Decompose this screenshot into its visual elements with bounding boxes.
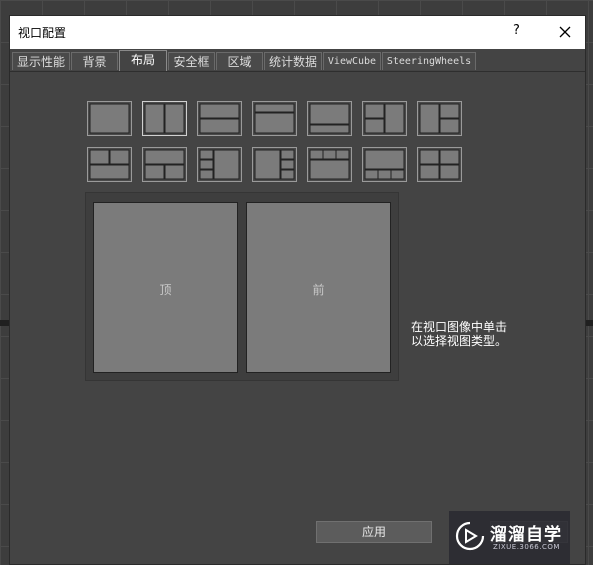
watermark: 溜溜自学 ZIXUE.3066.COM [449, 511, 570, 564]
layout-single-icon [89, 103, 130, 134]
layout-one-left-three-right-icon [254, 149, 295, 180]
close-icon [559, 26, 571, 38]
layout-option-10[interactable] [197, 147, 242, 182]
window-title: 视口配置 [18, 26, 67, 40]
layout-two-top-one-bottom-icon [89, 149, 130, 180]
layout-preview-panel: 顶 前 [85, 192, 399, 381]
layout-option-13[interactable] [362, 147, 407, 182]
layout-large-top-small-bottom-icon [309, 103, 350, 134]
viewport-left-top[interactable]: 顶 [93, 202, 238, 373]
layout-three-left-one-right-icon [199, 149, 240, 180]
tab-layout[interactable]: 布局 [119, 50, 167, 71]
viewport-right-front[interactable]: 前 [246, 202, 391, 373]
viewport-label: 顶 [159, 283, 172, 297]
layout-option-6[interactable] [362, 101, 407, 136]
tab-statistics[interactable]: 统计数据 [264, 52, 322, 70]
layout-one-left-two-right-icon [419, 103, 460, 134]
layout-option-2[interactable] [142, 101, 187, 136]
instruction-line: 在视口图像中单击 [411, 320, 508, 334]
play-logo-icon [455, 521, 485, 551]
layout-option-8[interactable] [87, 147, 132, 182]
tab-regions[interactable]: 区域 [216, 52, 263, 70]
background-edge-mark [0, 320, 9, 326]
layout-one-top-two-bottom-icon [144, 149, 185, 180]
layout-option-14[interactable] [417, 147, 462, 182]
layout-four-quad-icon [419, 149, 460, 180]
instruction-text: 在视口图像中单击 以选择视图类型。 [411, 320, 551, 348]
layout-two-horizontal-icon [199, 103, 240, 134]
layout-option-9[interactable] [142, 147, 187, 182]
layout-option-1[interactable] [87, 101, 132, 136]
layout-option-11[interactable] [252, 147, 297, 182]
tab-divider [10, 71, 585, 72]
instruction-line: 以选择视图类型。 [411, 334, 508, 348]
tab-background[interactable]: 背景 [71, 52, 118, 70]
layout-option-7[interactable] [417, 101, 462, 136]
viewport-label: 前 [312, 283, 325, 297]
layout-one-top-three-bottom-icon [364, 149, 405, 180]
apply-button[interactable]: 应用 [316, 521, 432, 543]
background-edge-mark [586, 320, 593, 326]
watermark-subtitle: ZIXUE.3066.COM [493, 543, 560, 551]
layout-option-5[interactable] [307, 101, 352, 136]
layout-option-4[interactable] [252, 101, 297, 136]
tab-bar: 显示性能 背景 布局 安全框 区域 统计数据 ViewCube Steering… [10, 49, 585, 71]
close-button[interactable] [551, 19, 579, 45]
layout-option-3[interactable] [197, 101, 242, 136]
help-button[interactable]: ? [513, 23, 520, 38]
tab-viewcube[interactable]: ViewCube [323, 52, 381, 70]
watermark-title: 溜溜自学 [490, 525, 562, 545]
layout-two-left-one-right-icon [364, 103, 405, 134]
viewport-configuration-dialog: 视口配置 ? 显示性能 背景 布局 安全框 区域 统计数据 ViewCube S… [9, 15, 586, 565]
tab-steeringwheels[interactable]: SteeringWheels [382, 52, 476, 70]
layout-two-vertical-icon [144, 103, 185, 134]
tab-display-performance[interactable]: 显示性能 [12, 52, 70, 70]
tab-safe-frames[interactable]: 安全框 [168, 52, 215, 70]
layout-three-top-one-bottom-icon [309, 149, 350, 180]
layout-small-top-large-bottom-icon [254, 103, 295, 134]
layout-option-12[interactable] [307, 147, 352, 182]
title-bar[interactable]: 视口配置 ? [10, 16, 585, 49]
